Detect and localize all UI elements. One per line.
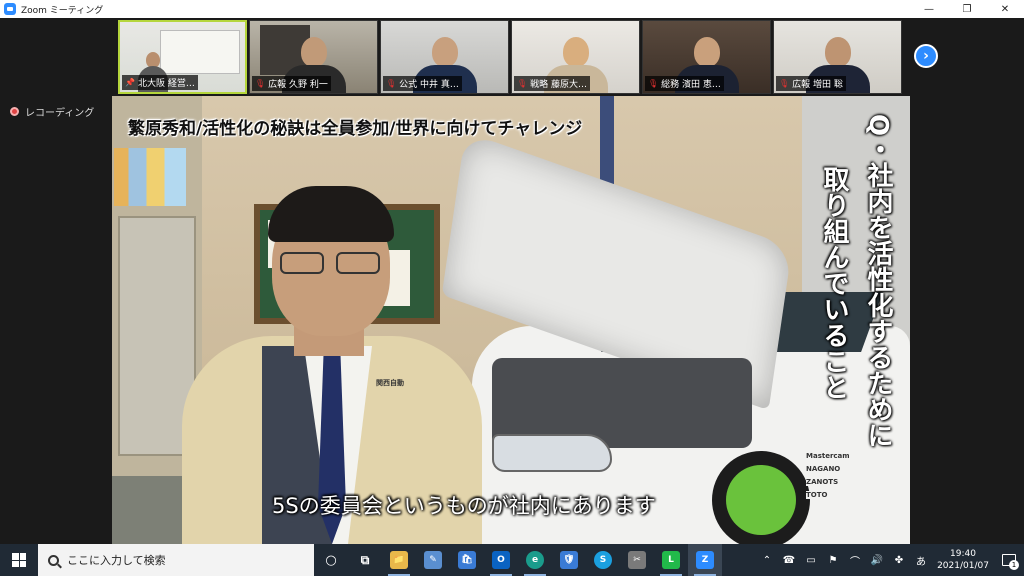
notification-button[interactable]: 1 <box>994 544 1024 576</box>
participant-tile[interactable]: 📌 北大阪 経営… <box>118 20 247 94</box>
speaker-person: 関西自動 <box>172 156 492 544</box>
line-icon[interactable]: L <box>654 544 688 576</box>
taskbar-search[interactable]: ここに入力して検索 <box>38 544 314 576</box>
sponsor-decal: ZANOTS <box>806 478 846 486</box>
wifi-icon[interactable]: ⌒ <box>844 544 866 576</box>
participant-label: 🎙 公式 中井 真… <box>383 76 462 91</box>
title-bar: Zoom ミーティング — ❐ ✕ <box>0 0 1024 18</box>
taskbar-glyph: ⧉ <box>356 551 374 569</box>
taskbar: ここに入力して検索 ○ ⧉ 📁 ✎ 🛍 O e 🛡 S ✂ L Z ⌃ ☎ ▭ … <box>0 544 1024 576</box>
zoom-icon[interactable]: Z <box>688 544 722 576</box>
store-icon[interactable]: 🛍 <box>450 544 484 576</box>
search-icon <box>48 554 59 566</box>
recording-label: レコーディング <box>25 108 95 119</box>
taskbar-glyph: ✎ <box>424 551 442 569</box>
participant-name: 総務 濱田 恵… <box>661 80 721 90</box>
jacket-label: 関西自動 <box>376 379 404 387</box>
notification-count: 1 <box>1009 560 1019 570</box>
muted-mic-icon: 🎙 <box>386 79 397 88</box>
participant-name: 北大阪 経営… <box>137 79 195 89</box>
taskbar-glyph: O <box>492 551 510 569</box>
recording-indicator[interactable]: レコーディング <box>10 104 94 119</box>
clock[interactable]: 19:40 2021/01/07 <box>932 544 994 576</box>
taskbar-glyph: 🛡 <box>560 551 578 569</box>
taskbar-glyph: 🛍 <box>458 551 476 569</box>
participant-label: 🎙 総務 濱田 恵… <box>645 76 724 91</box>
record-dot-icon <box>10 107 19 116</box>
snip-icon[interactable]: ✂ <box>620 544 654 576</box>
participant-label: 🎙 広報 増田 聡 <box>776 76 846 91</box>
dropbox-icon[interactable]: ✤ <box>888 544 910 576</box>
window-title: Zoom ミーティング <box>21 5 104 16</box>
participant-label: 🎙 広報 久野 利一 <box>252 76 331 91</box>
muted-mic-icon: 🎙 <box>255 79 266 88</box>
skype-icon[interactable]: S <box>586 544 620 576</box>
participant-name: 広報 久野 利一 <box>268 80 328 90</box>
ime-icon[interactable]: あ <box>910 544 932 576</box>
meeting-area: 📌 北大阪 経営… 🎙 広報 久野 利一 🎙 公式 中井 真… 🎙 戦略 藤原大… <box>0 18 1024 544</box>
file-explorer-icon[interactable]: 📁 <box>382 544 416 576</box>
taskbar-glyph: L <box>662 551 680 569</box>
taskbar-glyph: ✂ <box>628 551 646 569</box>
sponsor-decal: TOTO <box>806 491 846 499</box>
glasses-icon <box>276 252 386 276</box>
participant-label: 🎙 戦略 藤原大… <box>514 76 591 91</box>
close-button[interactable]: ✕ <box>986 0 1024 18</box>
participant-tile[interactable]: 🎙 広報 久野 利一 <box>249 20 378 94</box>
next-page-button[interactable]: › <box>914 44 938 68</box>
taskbar-glyph: 📁 <box>390 551 408 569</box>
taskbar-glyph: e <box>526 551 544 569</box>
participant-label: 📌 北大阪 経営… <box>122 75 198 90</box>
flag-icon[interactable]: ⚑ <box>822 544 844 576</box>
chevron-right-icon: › <box>923 48 929 64</box>
participant-tile[interactable]: 🎙 総務 濱田 恵… <box>642 20 771 94</box>
restore-button[interactable]: ❐ <box>948 0 986 18</box>
security-icon[interactable]: 🛡 <box>552 544 586 576</box>
minimize-button[interactable]: — <box>910 0 948 18</box>
edge-icon[interactable]: e <box>518 544 552 576</box>
paint-icon[interactable]: ✎ <box>416 544 450 576</box>
taskbar-glyph: Z <box>696 551 714 569</box>
battery-icon[interactable]: ▭ <box>800 544 822 576</box>
participant-name: 公式 中井 真… <box>399 80 459 90</box>
phone-icon[interactable]: ☎ <box>778 544 800 576</box>
sponsor-decal: Mastercam <box>806 452 850 460</box>
headlight <box>492 434 612 472</box>
sponsor-decal: NAGANO <box>806 465 846 473</box>
search-placeholder: ここに入力して検索 <box>67 554 166 567</box>
participant-strip: 📌 北大阪 経営… 🎙 広報 久野 利一 🎙 公式 中井 真… 🎙 戦略 藤原大… <box>118 20 904 94</box>
whiteboard <box>160 30 240 74</box>
pin-icon: 📌 <box>125 78 135 87</box>
outlook-icon[interactable]: O <box>484 544 518 576</box>
muted-mic-icon: 🎙 <box>648 79 659 88</box>
video-title-caption: 繁原秀和/活性化の秘訣は全員参加/世界に向けてチャレンジ <box>128 119 583 139</box>
active-speaker-video[interactable]: Mastercam NAGANO ZANOTS TOTO 関西自動 繁原秀和/活… <box>112 96 910 544</box>
participant-name: 広報 増田 聡 <box>792 80 843 90</box>
muted-mic-icon: 🎙 <box>779 79 790 88</box>
system-tray: ⌃ ☎ ▭ ⚑ ⌒ 🔊 ✤ あ 19:40 2021/01/07 1 <box>756 544 1024 576</box>
question-caption-line2: 取り組んでいること <box>819 166 849 400</box>
volume-icon[interactable]: 🔊 <box>866 544 888 576</box>
sponsor-decals: Mastercam NAGANO ZANOTS TOTO <box>806 452 850 499</box>
clock-date: 2021/01/07 <box>937 561 989 571</box>
zoom-logo-icon <box>4 3 16 15</box>
car-wheel <box>712 451 810 544</box>
task-view-icon[interactable]: ⧉ <box>348 544 382 576</box>
question-caption-line1: Q・社内を活性化するために <box>863 114 893 449</box>
participant-tile[interactable]: 🎙 戦略 藤原大… <box>511 20 640 94</box>
windows-logo-icon <box>12 553 26 567</box>
start-button[interactable] <box>0 544 38 576</box>
show-hidden-icons-icon[interactable]: ⌃ <box>756 544 778 576</box>
participant-tile[interactable]: 🎙 公式 中井 真… <box>380 20 509 94</box>
taskbar-glyph: ○ <box>322 551 340 569</box>
window-controls: — ❐ ✕ <box>910 0 1024 18</box>
cortana-icon[interactable]: ○ <box>314 544 348 576</box>
participant-tile[interactable]: 🎙 広報 増田 聡 <box>773 20 902 94</box>
clock-time: 19:40 <box>950 549 976 559</box>
muted-mic-icon: 🎙 <box>517 79 528 88</box>
video-subtitle: 5Sの委員会というものが社内にあります <box>272 494 656 518</box>
participant-name: 戦略 藤原大… <box>530 80 588 90</box>
taskbar-glyph: S <box>594 551 612 569</box>
